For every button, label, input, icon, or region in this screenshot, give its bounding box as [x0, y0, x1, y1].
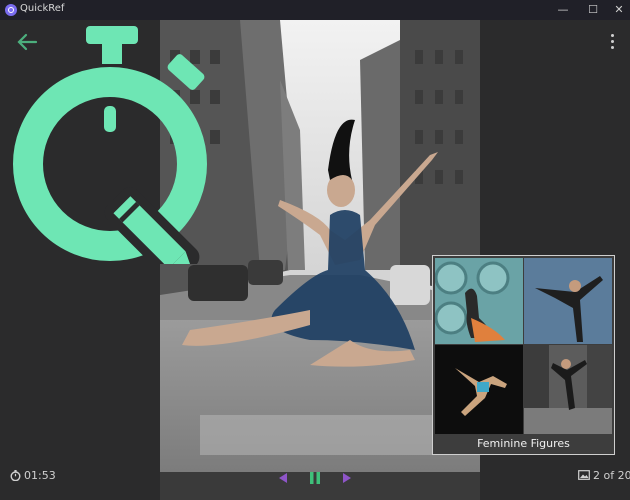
thumb-stretching-figure [524, 258, 612, 344]
images-icon [578, 470, 590, 480]
stopwatch-pencil-logo [13, 26, 207, 264]
collection-grid [435, 258, 612, 434]
thumb-leaping-figure [435, 345, 523, 434]
image-counter: 2 of 20 [578, 469, 630, 482]
counter-value: 2 of 20 [593, 469, 630, 482]
session-timer: 01:53 [10, 469, 56, 485]
thumb-seated-figure [435, 258, 523, 344]
title-bar: QuickRef — ☐ ✕ [0, 0, 630, 20]
stopwatch-icon [10, 470, 21, 481]
thumb-dancing-figure [524, 345, 612, 434]
close-button[interactable]: ✕ [604, 0, 630, 20]
collection-thumbnail[interactable]: Feminine Figures [432, 255, 615, 455]
window-title: QuickRef [20, 3, 65, 14]
timer-value: 01:53 [24, 469, 56, 482]
pause-button[interactable] [309, 471, 321, 485]
next-button[interactable] [342, 472, 352, 484]
minimize-button[interactable]: — [548, 0, 578, 20]
app-logo-icon [5, 4, 17, 16]
collection-title: Feminine Figures [477, 437, 570, 450]
previous-button[interactable] [278, 472, 288, 484]
main-view: Feminine Figures 01:53 2 of 20 [0, 20, 630, 500]
kebab-menu-icon[interactable] [609, 34, 615, 50]
